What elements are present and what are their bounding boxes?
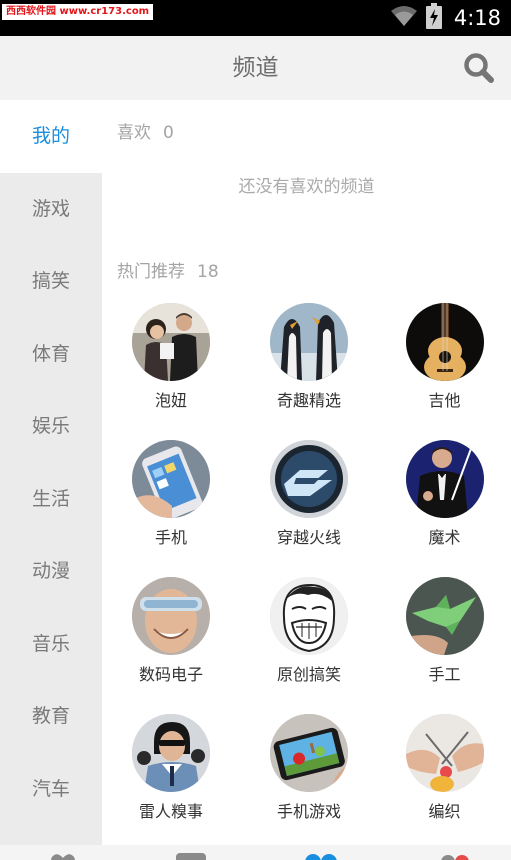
favorites-title: 喜欢 [117,123,151,143]
watermark: 西西软件园 www.cr173.com [2,4,154,20]
sidebar-item-cars[interactable]: 汽车 [0,753,102,826]
channel-label: 手机 [154,528,187,547]
sidebar-item-music[interactable]: 音乐 [0,608,102,681]
search-button[interactable] [463,52,495,84]
search-icon [464,53,494,83]
couple-photo-icon [132,303,210,381]
channel-item[interactable]: 手机 [102,440,240,577]
hot-title: 热门推荐 [117,262,185,282]
channel-label: 原创搞笑 [276,665,341,684]
favorites-header: 喜欢 0 [117,118,174,143]
status-icons: 4:18 [390,0,501,36]
channel-item[interactable]: 原创搞笑 [240,577,378,714]
category-sidebar: 我的 游戏 搞笑 体育 娱乐 生活 动漫 音乐 教育 汽车 [0,100,102,845]
sidebar-item-games[interactable]: 游戏 [0,173,102,246]
channel-label: 穿越火线 [276,528,341,547]
app-header: 频道 [0,36,511,100]
sidebar-item-life[interactable]: 生活 [0,463,102,536]
sidebar-item-entertainment[interactable]: 娱乐 [0,390,102,463]
channel-item[interactable]: 魔术 [378,440,511,577]
crossfire-logo-icon [270,440,348,518]
guitar-photo-icon [405,303,484,381]
penguins-photo-icon [270,303,348,381]
channel-item[interactable]: 手机游戏 [240,714,378,851]
channel-label: 手工 [428,665,461,684]
channel-label: 泡妞 [154,391,187,410]
channel-item[interactable]: 手工 [378,577,511,714]
funny-student-photo-icon [132,714,210,792]
status-bar: 西西软件园 www.cr173.com 4:18 [0,0,511,36]
channel-grid: 泡妞 奇趣精选 吉他 手机 穿越火线 魔术 数码电子 原创搞笑 手工 雷人糗事 … [102,303,511,851]
channel-item[interactable]: 雷人糗事 [102,714,240,851]
phone-photo-icon [132,440,210,518]
channel-label: 吉他 [428,391,461,410]
meme-face-icon [270,577,348,655]
video-icon[interactable] [176,853,206,860]
channel-item[interactable]: 数码电子 [102,577,240,714]
channel-label: 奇趣精选 [276,391,341,410]
channel-content: 喜欢 0 还没有喜欢的频道 热门推荐 18 泡妞 奇趣精选 吉他 手机 穿越火线… [102,100,511,845]
vr-glasses-photo-icon [132,577,210,655]
page-title: 频道 [232,55,279,81]
status-time: 4:18 [453,6,501,30]
hot-count: 18 [197,262,219,282]
paper-crane-photo-icon [405,577,484,655]
channel-label: 编织 [428,802,461,821]
heart-icon[interactable] [48,853,78,860]
bottom-navigation [0,845,511,860]
sidebar-item-education[interactable]: 教育 [0,680,102,753]
hot-header: 热门推荐 18 [117,257,219,282]
channel-item[interactable]: 奇趣精选 [240,303,378,440]
sidebar-item-anime[interactable]: 动漫 [0,535,102,608]
angry-birds-photo-icon [270,714,348,792]
channel-label: 魔术 [428,528,461,547]
wifi-icon [390,5,418,31]
battery-charging-icon [425,3,442,33]
channel-label: 雷人糗事 [138,802,203,821]
channel-item[interactable]: 穿越火线 [240,440,378,577]
channel-item[interactable]: 编织 [378,714,511,851]
sidebar-item-mine[interactable]: 我的 [0,100,102,173]
profile-icon[interactable] [440,853,470,860]
knitting-photo-icon [405,714,484,792]
channel-label: 手机游戏 [276,802,341,821]
sidebar-item-sports[interactable]: 体育 [0,318,102,391]
magician-photo-icon [405,440,484,518]
channel-item[interactable]: 吉他 [378,303,511,440]
favorites-empty-text: 还没有喜欢的频道 [238,177,375,197]
favorites-count: 0 [163,123,174,143]
channel-nav-icon[interactable] [304,853,338,860]
sidebar-item-funny[interactable]: 搞笑 [0,245,102,318]
channel-label: 数码电子 [138,665,203,684]
channel-item[interactable]: 泡妞 [102,303,240,440]
